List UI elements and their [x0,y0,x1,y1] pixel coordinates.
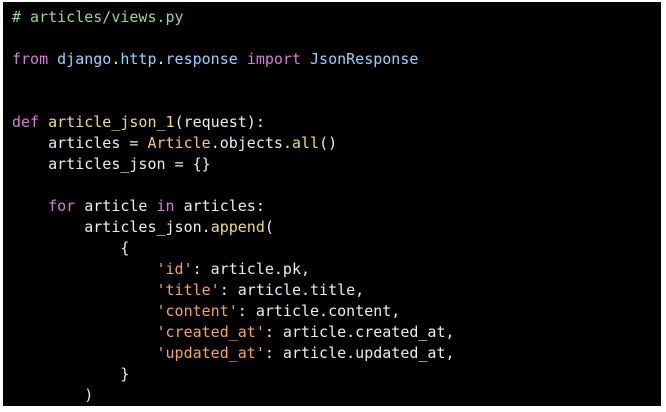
code-text: (request): [174,113,265,131]
code-text: article [75,197,157,215]
code-module: JsonResponse [310,50,419,68]
code-text: {} [183,155,211,173]
code-text: : article.title, [219,281,365,299]
code-string: 'id' [156,260,193,278]
code-line: def article_json_1(request): [12,112,464,133]
code-line: 'created_at': article.created_at, [12,322,464,343]
code-string: 'created_at' [156,323,265,341]
code-string: 'content' [156,302,238,320]
code-module: http [120,50,157,68]
code-text: } [12,365,130,383]
code-function: all [291,134,320,152]
code-function: append [210,218,265,236]
code-text: . [156,50,166,68]
code-text: articles [12,134,130,152]
code-text: articles_json [12,218,202,236]
code-line: articles = Article.objects.all() [12,133,464,154]
code-line: 'content': article.content, [12,301,464,322]
code-text: : article.created_at, [264,323,455,341]
code-module: response [165,50,238,68]
code-text: ( [264,218,274,236]
code-keyword: import [246,50,301,68]
code-text: : article.updated_at, [264,344,455,362]
code-line: articles_json.append( [12,217,464,238]
code-text: : article.content, [237,302,401,320]
code-text: objects [219,134,283,152]
code-line: 'title': article.title, [12,280,464,301]
code-text: . [210,134,220,152]
code-line: } [12,364,464,385]
code-line: from django.http.response import JsonRes… [12,49,464,70]
code-string: 'updated_at' [156,344,265,362]
code-line: ) [12,385,464,406]
code-string: 'title' [156,281,220,299]
code-text: articles_json [12,155,175,173]
code-module: django [57,50,112,68]
code-text: () [319,134,338,152]
code-line: 'updated_at': article.updated_at, [12,343,464,364]
code-operator: = [174,155,184,173]
code-text: . [282,134,292,152]
code-line: # articles/views.py [12,7,464,28]
code-line: { [12,238,464,259]
code-line: 'id': article.pk, [12,259,464,280]
code-keyword: def [12,113,40,131]
code-text: : article.pk, [192,260,311,278]
code-editor[interactable]: # articles/views.py from django.http.res… [3,2,661,406]
code-text: articles: [174,197,265,215]
code-line: articles_json = {} [12,154,464,175]
code-comment: # articles/views.py [12,8,184,26]
code-block[interactable]: # articles/views.py from django.http.res… [12,7,464,406]
code-line: for article in articles: [12,196,464,217]
code-text: ) [12,386,94,404]
code-text: { [12,239,130,257]
code-text: . [201,218,211,236]
code-class: Article [147,134,211,152]
code-keyword: from [12,50,49,68]
code-keyword: in [156,197,175,215]
code-keyword: for [48,197,76,215]
code-function: article_json_1 [48,113,175,131]
